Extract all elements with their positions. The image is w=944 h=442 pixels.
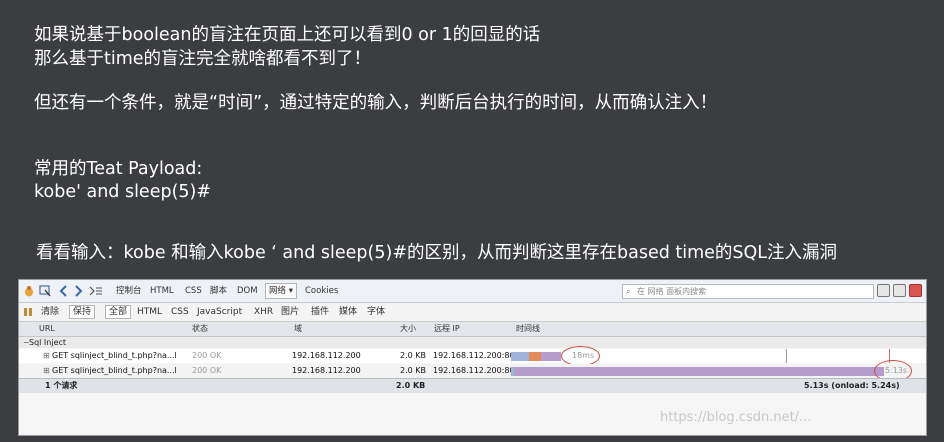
summary-time: 5.13s (onload: 5.24s): [804, 381, 900, 390]
filter-all-button[interactable]: 全部: [105, 305, 132, 319]
search-icon: ⌕: [626, 287, 631, 296]
tab-html[interactable]: HTML: [150, 285, 174, 297]
forward-arrow-icon[interactable]: [73, 285, 83, 297]
summary-requests: 1 个请求: [45, 381, 78, 390]
column-status[interactable]: 状态: [192, 322, 208, 336]
back-arrow-icon[interactable]: [59, 285, 69, 297]
request-remote-ip: 192.168.112.200:80: [433, 366, 515, 375]
filter-css[interactable]: CSS: [171, 306, 189, 318]
tab-console[interactable]: 控制台: [116, 285, 142, 297]
persist-button[interactable]: 保持: [69, 305, 96, 319]
column-size[interactable]: 大小: [400, 322, 416, 336]
filter-fonts[interactable]: 字体: [367, 306, 385, 318]
request-status: 200 OK: [192, 366, 222, 375]
slide-line-6: 看看输入：kobe 和输入kobe ‘ and sleep(5)#的区别，从而判…: [36, 243, 838, 263]
search-options-button[interactable]: [877, 284, 890, 297]
tab-net[interactable]: 网络 ▾: [265, 283, 297, 299]
slide-line-2: 那么基于time的盲注完全就啥都看不到了！: [34, 49, 372, 69]
slide-line-5: kobe' and sleep(5)#: [34, 182, 212, 202]
tab-cookies[interactable]: Cookies: [305, 285, 338, 297]
net-filter-bar: 清除 保持 全部 HTML CSS JavaScript XHR 图片 插件 媒…: [19, 303, 926, 322]
tab-css[interactable]: CSS: [185, 285, 202, 297]
tab-dom[interactable]: DOM: [237, 285, 258, 297]
request-size: 2.0 KB: [400, 366, 426, 375]
filter-plugins[interactable]: 插件: [311, 306, 329, 318]
tab-net-label: 网络: [269, 286, 287, 296]
close-button[interactable]: [909, 284, 922, 297]
filter-html[interactable]: HTML: [137, 306, 162, 318]
group-label: Sql Inject: [29, 338, 67, 347]
tab-net-dropdown-icon[interactable]: ▾: [289, 286, 293, 296]
slide-line-3: 但还有一个条件，就是“时间”，通过特定的输入，判断后台执行的时间，从而确认注入！: [34, 93, 718, 113]
net-search-input[interactable]: ⌕ 在 网络 面板内搜索: [622, 284, 874, 299]
request-size: 2.0 KB: [400, 351, 426, 360]
watermark: https://blog.csdn.net/...: [660, 410, 812, 425]
inspect-icon[interactable]: [39, 285, 51, 297]
highlight-circle-18ms: [561, 346, 600, 366]
slide-line-4: 常用的Teat Payload:: [34, 159, 203, 179]
expand-icon[interactable]: ⊞: [43, 364, 50, 378]
request-group[interactable]: − Sql Inject: [19, 337, 926, 348]
command-line-icon[interactable]: [89, 285, 103, 297]
firebug-icon[interactable]: [23, 285, 35, 297]
slide-line-1: 如果说基于boolean的盲注在页面上还可以看到0 or 1的回显的话: [34, 25, 541, 45]
column-timeline[interactable]: 时间线: [516, 322, 540, 336]
timeline-bar-orange: [529, 352, 541, 361]
table-row[interactable]: ⊞ GET sqlinject_blind_t.php?na...l 200 O…: [19, 364, 926, 378]
filter-xhr[interactable]: XHR: [254, 306, 273, 318]
pause-icon[interactable]: [23, 306, 33, 318]
filter-media[interactable]: 媒体: [339, 306, 357, 318]
table-row[interactable]: ⊞ GET sqlinject_blind_t.php?na...l 200 O…: [19, 349, 926, 363]
summary-size: 2.0 KB: [396, 381, 426, 390]
request-url[interactable]: GET sqlinject_blind_t.php?na...l: [52, 349, 177, 363]
clear-button[interactable]: 清除: [41, 306, 59, 318]
tab-script[interactable]: 脚本: [210, 285, 227, 297]
expand-icon[interactable]: ⊞: [43, 349, 50, 363]
timeline-marker: [786, 349, 787, 363]
minimize-button[interactable]: [893, 284, 906, 297]
net-column-header: URL 状态 域 大小 远程 IP 时间线: [19, 322, 926, 337]
request-remote-ip: 192.168.112.200:80: [433, 351, 515, 360]
request-status: 200 OK: [192, 351, 222, 360]
filter-images[interactable]: 图片: [281, 306, 299, 318]
request-url[interactable]: GET sqlinject_blind_t.php?na...l: [52, 364, 177, 378]
column-remote-ip[interactable]: 远程 IP: [434, 322, 460, 336]
column-domain[interactable]: 域: [294, 322, 302, 336]
timeline-bar-blue: [511, 352, 529, 361]
column-url[interactable]: URL: [39, 322, 55, 336]
timeline-bar-purple: [514, 367, 884, 376]
search-placeholder: 在 网络 面板内搜索: [637, 287, 707, 296]
timeline-bar-purple: [541, 352, 561, 361]
filter-javascript[interactable]: JavaScript: [197, 306, 242, 318]
net-summary-footer: 1 个请求 2.0 KB 5.13s (onload: 5.24s): [19, 378, 926, 393]
request-domain: 192.168.112.200: [292, 351, 361, 360]
firebug-toolbar: 控制台 HTML CSS 脚本 DOM 网络 ▾ Cookies ⌕ 在 网络 …: [19, 280, 926, 303]
request-domain: 192.168.112.200: [292, 366, 361, 375]
